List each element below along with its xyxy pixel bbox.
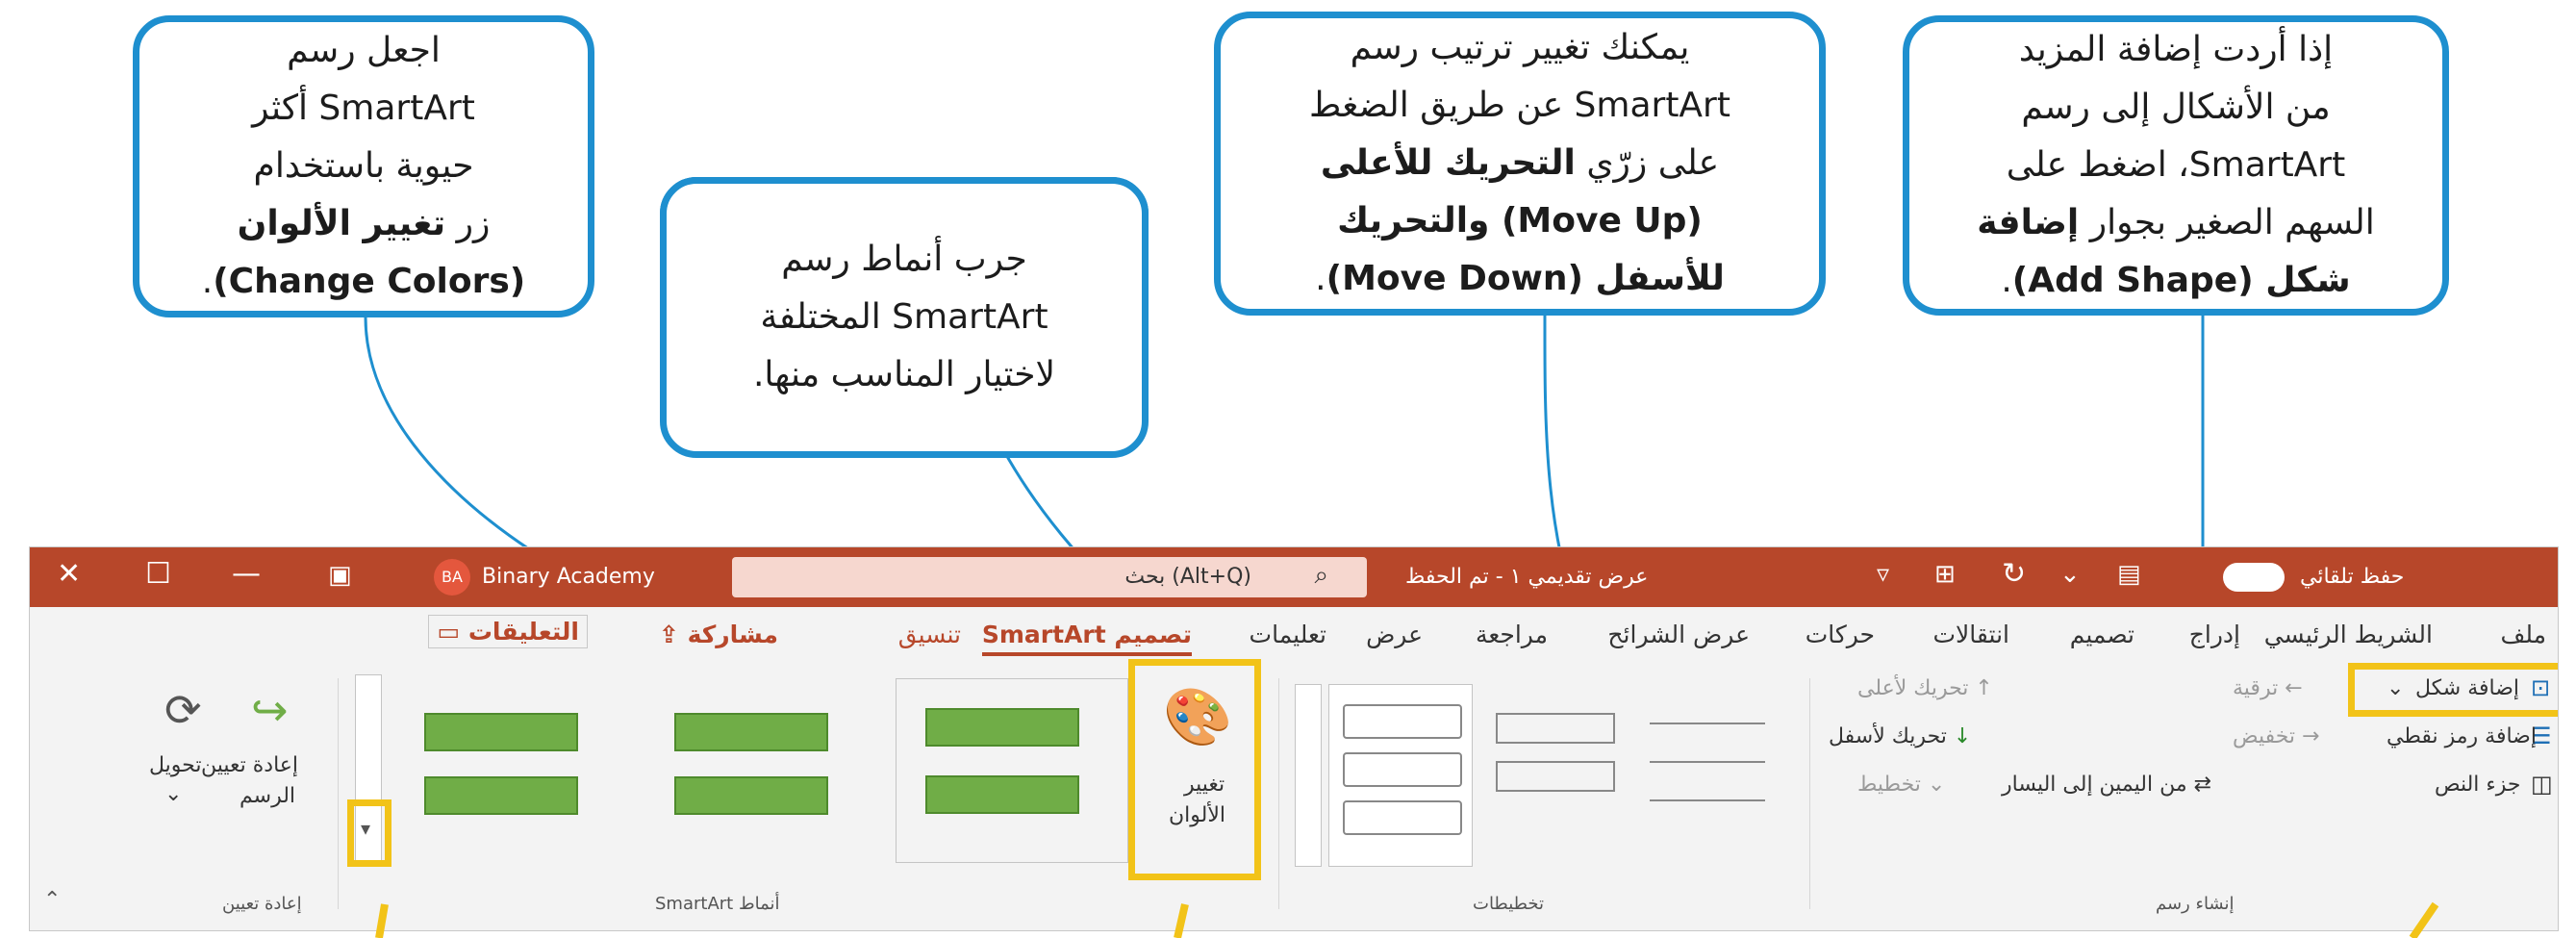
highlight-pointers [375, 901, 2439, 938]
